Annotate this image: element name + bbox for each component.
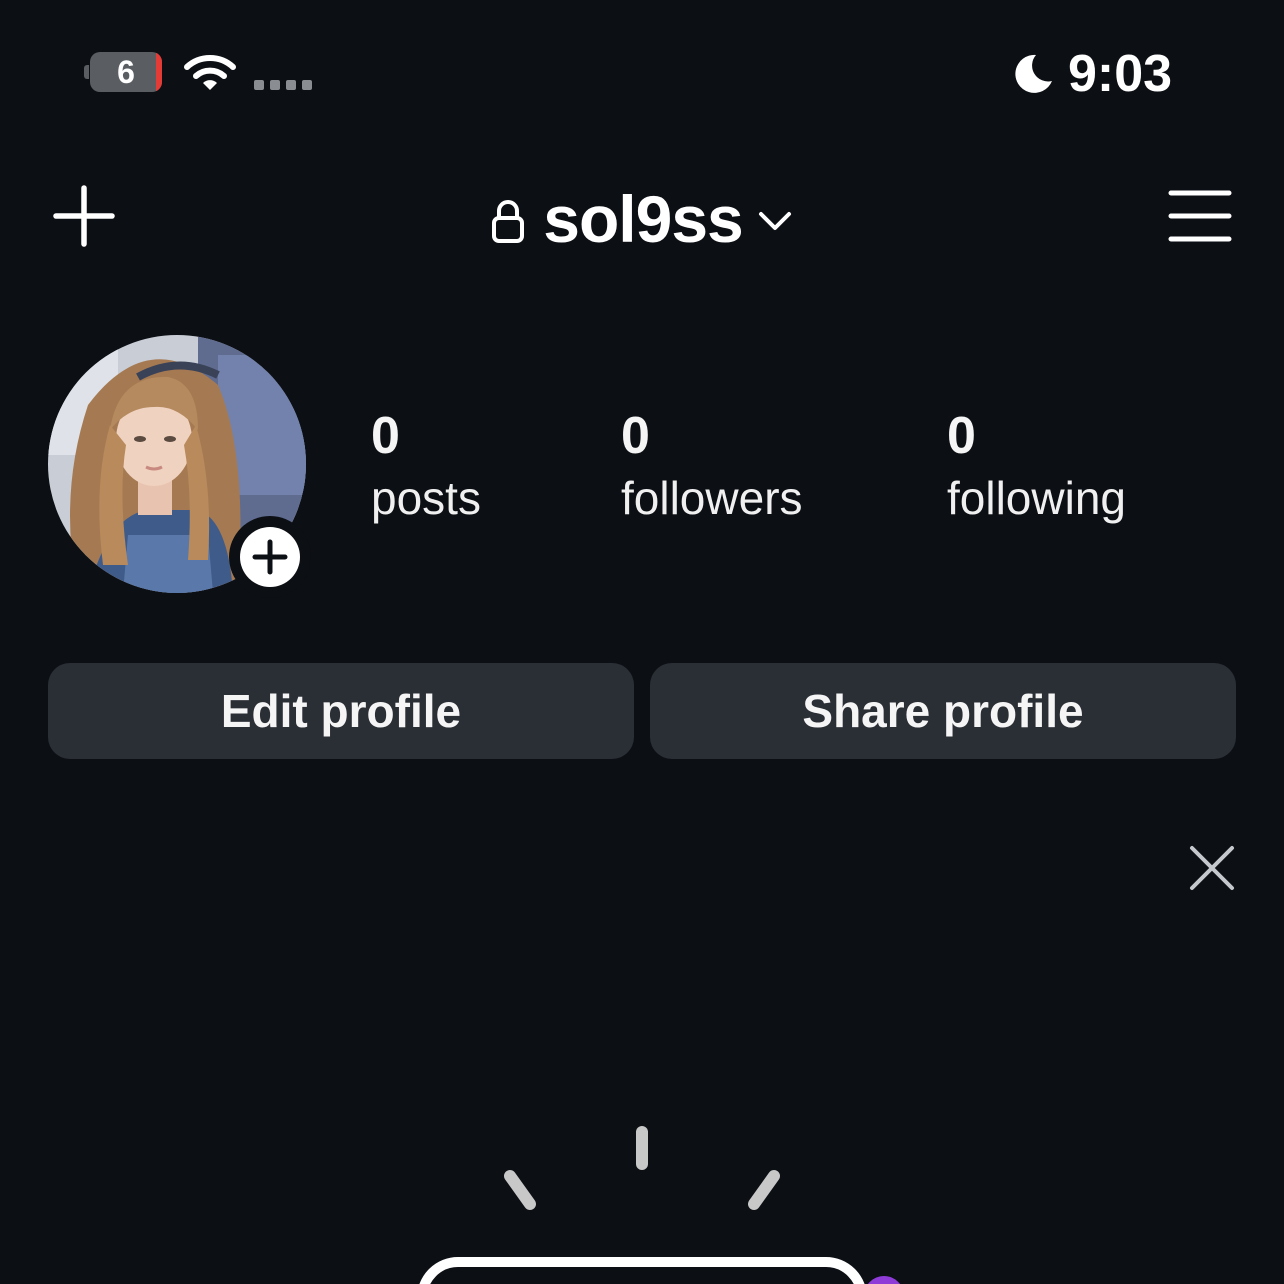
chevron-down-icon bbox=[758, 212, 791, 230]
following-label: following bbox=[947, 472, 1126, 524]
following-count: 0 bbox=[947, 407, 976, 465]
share-profile-button[interactable]: Share profile bbox=[650, 663, 1236, 759]
posts-label: posts bbox=[371, 472, 481, 524]
plus-icon bbox=[252, 539, 288, 575]
empty-state-illustration bbox=[419, 1126, 900, 1284]
followers-label: followers bbox=[621, 472, 803, 524]
battery-icon: 6 bbox=[84, 52, 164, 92]
status-time: 9:03 bbox=[1068, 45, 1173, 103]
hamburger-menu-icon[interactable] bbox=[1168, 190, 1232, 242]
following-stat[interactable]: 0 following bbox=[947, 404, 1126, 526]
posts-stat[interactable]: 0 posts bbox=[371, 404, 481, 526]
account-switcher[interactable]: sol9ss bbox=[0, 184, 1284, 254]
edit-profile-button[interactable]: Edit profile bbox=[48, 663, 634, 759]
signal-icon bbox=[254, 80, 312, 90]
lock-icon bbox=[492, 200, 525, 243]
followers-count: 0 bbox=[621, 407, 650, 465]
username-title: sol9ss bbox=[543, 182, 743, 256]
wifi-icon bbox=[184, 55, 236, 90]
battery-level: 6 bbox=[117, 54, 135, 90]
moon-icon bbox=[1015, 54, 1052, 93]
followers-stat[interactable]: 0 followers bbox=[621, 404, 803, 526]
close-icon[interactable] bbox=[1188, 845, 1236, 891]
add-story-button[interactable] bbox=[229, 516, 311, 598]
posts-count: 0 bbox=[371, 407, 400, 465]
